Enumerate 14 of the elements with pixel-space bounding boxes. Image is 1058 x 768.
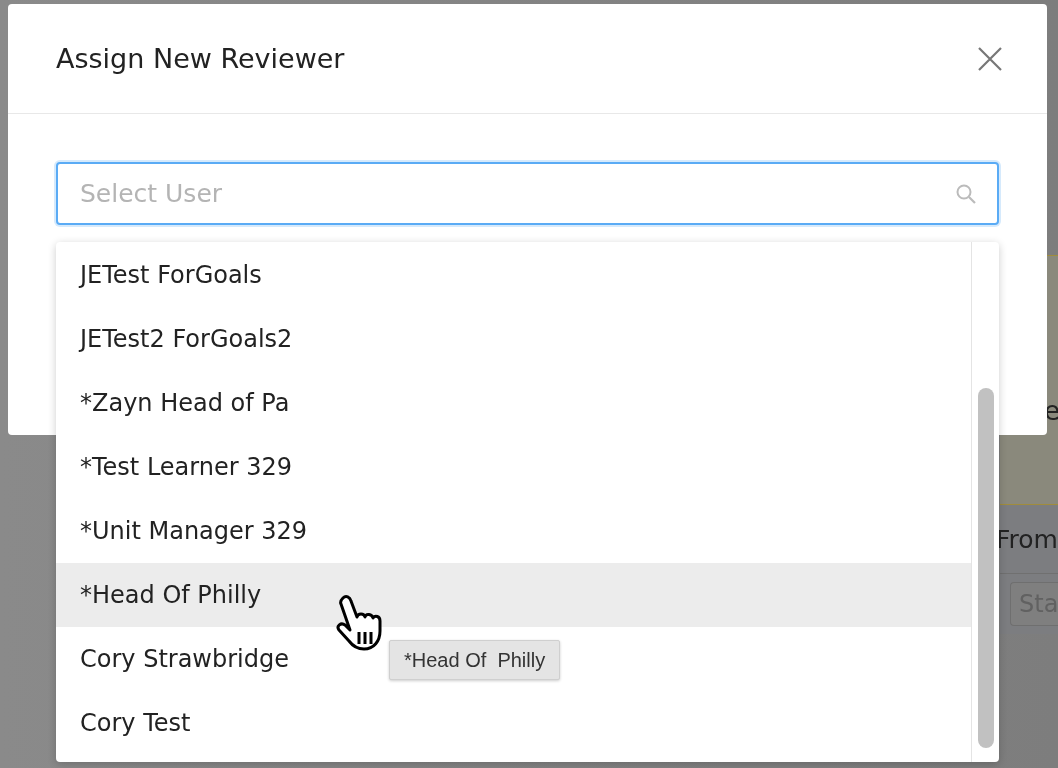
user-option[interactable]: JETest2 ForGoals2 bbox=[80, 325, 293, 353]
user-option[interactable]: *Unit Manager 329 bbox=[80, 517, 308, 545]
user-option[interactable]: *Head Of Philly bbox=[80, 581, 262, 609]
dialog-title: Assign New Reviewer bbox=[56, 43, 345, 74]
search-field[interactable]: Select User bbox=[56, 162, 999, 225]
search-icon bbox=[955, 183, 977, 205]
user-option[interactable]: Cory Strawbridge bbox=[80, 645, 289, 673]
user-option[interactable]: Cory Test bbox=[80, 709, 191, 737]
scrollbar-thumb[interactable] bbox=[977, 388, 994, 748]
user-option[interactable]: *Test Learner 329 bbox=[80, 453, 293, 481]
tooltip: *Head Of Philly bbox=[389, 640, 561, 680]
user-option[interactable]: JETest ForGoals bbox=[80, 261, 262, 289]
user-option[interactable]: *Zayn Head of Pa bbox=[80, 389, 290, 417]
close-icon[interactable] bbox=[977, 45, 1003, 72]
